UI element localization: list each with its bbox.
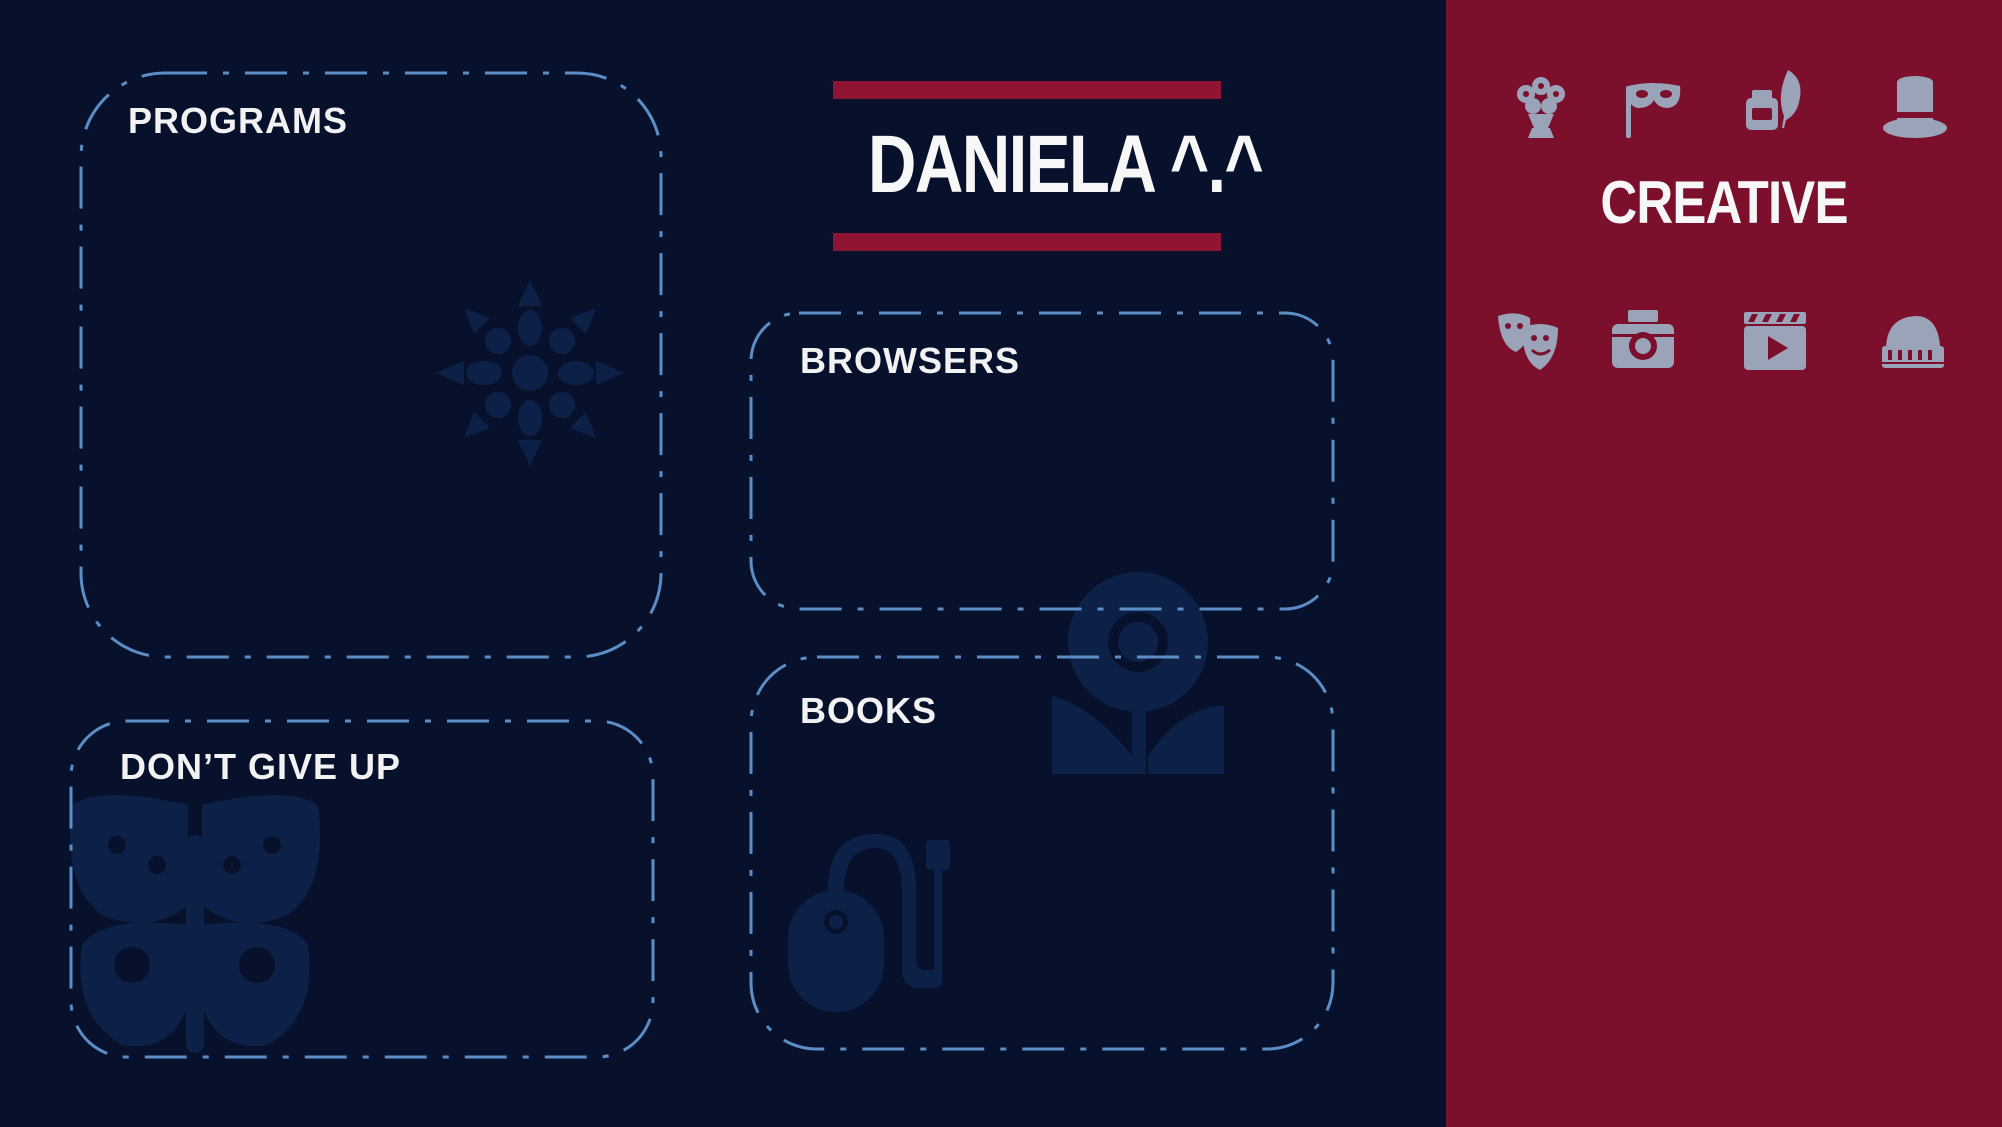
books-label: BOOKS [800,690,938,731]
sidebar-title: CREATIVE [1600,169,1848,236]
page-title: DANIELA ^.^ [867,119,1264,210]
browsers-panel: BROWSERS [749,311,1335,611]
piano-icon [1878,306,1948,376]
dont-give-up-panel: DON’T GIVE UP [69,719,655,1059]
title-top-bar [833,81,1221,99]
books-panel: BOOKS [749,655,1335,1051]
ink-quill-icon [1742,66,1812,136]
programs-label: PROGRAMS [128,100,349,141]
theater-masks-icon [1494,306,1564,376]
title-bottom-bar [833,233,1221,251]
camera-icon [1608,306,1678,376]
top-hat-icon [1880,72,1950,142]
flower-bouquet-icon [1506,72,1576,142]
video-player-icon [1740,306,1810,376]
carnival-mask-icon [1618,72,1688,142]
browsers-label: BROWSERS [800,340,1021,381]
programs-panel-border [79,71,663,659]
programs-panel: PROGRAMS [79,71,663,659]
dont-give-up-label: DON’T GIVE UP [120,746,402,787]
